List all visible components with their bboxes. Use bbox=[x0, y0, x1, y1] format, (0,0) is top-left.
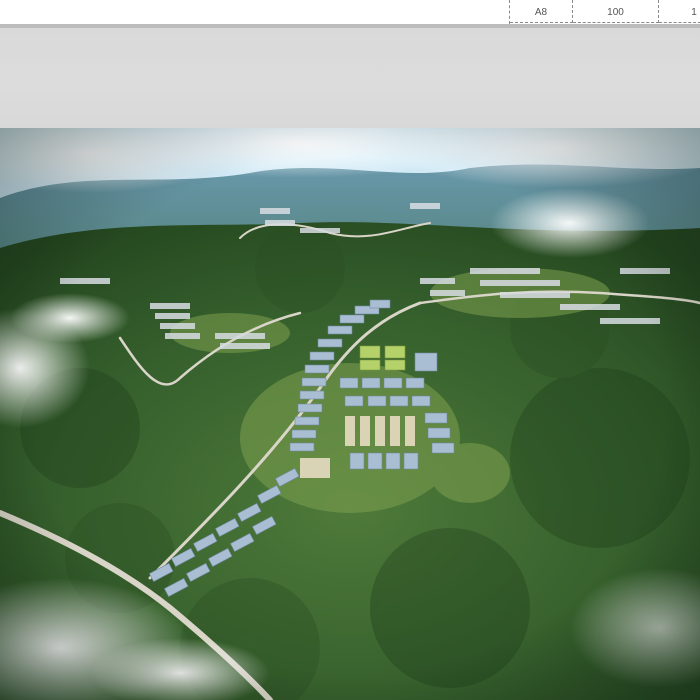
document-page-gap bbox=[0, 24, 700, 130]
aerial-rendering-svg bbox=[0, 128, 700, 700]
page-edge-shadow bbox=[0, 24, 700, 28]
table-cell-code: A8 bbox=[510, 0, 573, 23]
screen: A8 100 1 bbox=[0, 0, 700, 700]
aerial-rendering-image bbox=[0, 128, 700, 700]
vignette bbox=[0, 128, 700, 700]
table-cell-partial: 1 bbox=[659, 0, 700, 23]
document-table-fragment: A8 100 1 bbox=[509, 0, 700, 24]
document-area-middle bbox=[160, 0, 510, 24]
document-area-left bbox=[0, 0, 160, 24]
table-cell-value: 100 bbox=[573, 0, 659, 23]
document-strip: A8 100 1 bbox=[0, 0, 700, 24]
